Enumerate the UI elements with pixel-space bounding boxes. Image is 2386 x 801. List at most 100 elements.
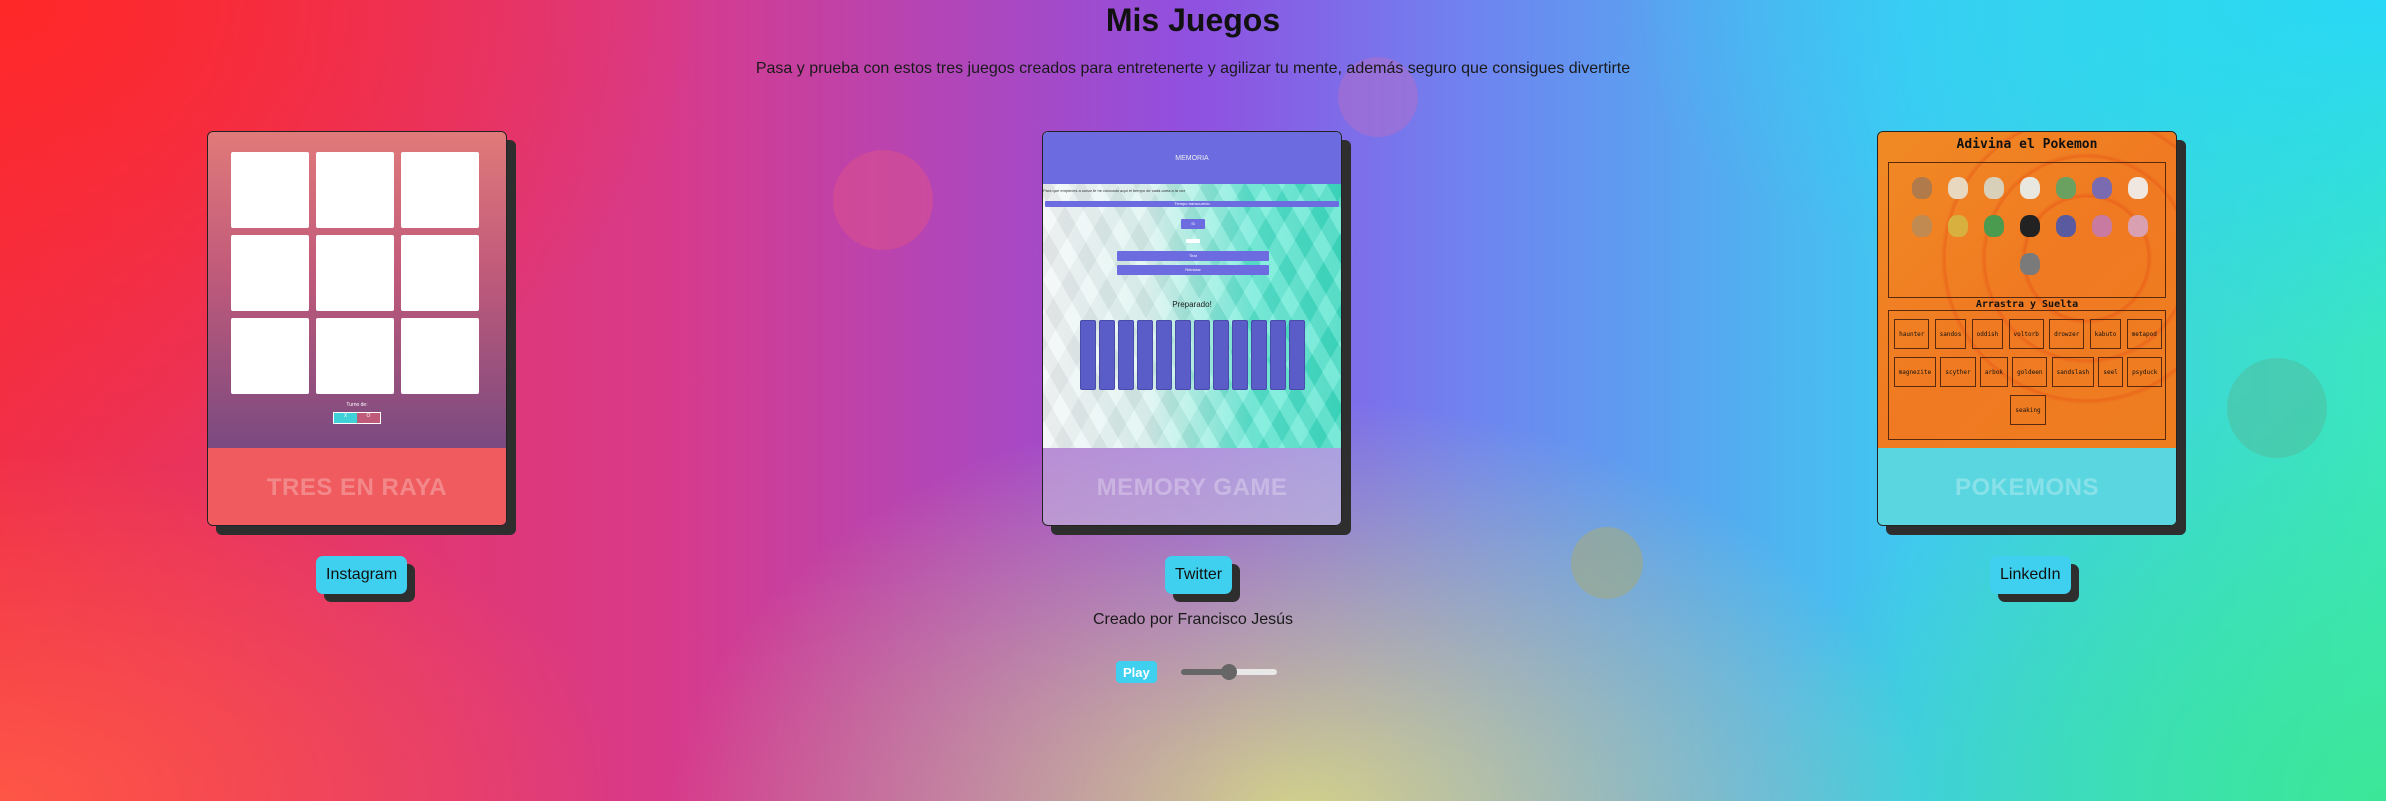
pokemon-sprite-image — [2128, 177, 2148, 199]
score-box: X O — [333, 412, 381, 424]
pokemon-dropzone-box: haunter sandos oddish voltorb drowzer ka… — [1888, 310, 2166, 440]
pokemon-sprite-image — [1948, 177, 1968, 199]
board-cell — [231, 235, 309, 311]
pokemon-name-slot: kabuto — [2089, 319, 2122, 349]
game-card-label: POKEMONS — [1878, 448, 2176, 525]
pokemon-name-slot: seaking — [2010, 395, 2046, 425]
pokemon-name-slot: magnezite — [1893, 357, 1937, 387]
play-button[interactable]: Play — [1116, 661, 1157, 683]
pokemon-sprite[interactable] — [1945, 171, 1971, 205]
pokemon-sprite-image — [2092, 215, 2112, 237]
board-cell — [316, 152, 394, 228]
turn-label: Turno de: — [346, 402, 368, 408]
memory-card-row — [1080, 320, 1305, 390]
memory-card — [1099, 320, 1115, 390]
pokemon-name-slot: sandslash — [2051, 357, 2095, 387]
memory-card — [1175, 320, 1191, 390]
pokemon-sprite-image — [1912, 177, 1932, 199]
pokemon-sprite[interactable] — [2017, 209, 2043, 243]
pokemon-sprite[interactable] — [1945, 209, 1971, 243]
audio-player: Play — [1116, 660, 1277, 684]
memory-card — [1251, 320, 1267, 390]
memory-card — [1270, 320, 1286, 390]
pokemon-sprite[interactable] — [1909, 171, 1935, 205]
pokemon-sprite[interactable] — [1909, 209, 1935, 243]
pokemon-sprite-image — [1984, 215, 2004, 237]
pokemon-sprite-image — [2092, 177, 2112, 199]
pokemon-name-slot: metapod — [2126, 319, 2162, 349]
game-preview-memory-game: MEMORIA Para que empieces a sonar te he … — [1043, 132, 1341, 448]
pokemon-sprite[interactable] — [1981, 209, 2007, 243]
pokemon-sprite[interactable] — [2017, 247, 2043, 281]
memory-card — [1118, 320, 1134, 390]
memory-card — [1156, 320, 1172, 390]
pokemon-name-slot: sandos — [1934, 319, 1967, 349]
author-credit: Creado por Francisco Jesús — [1092, 611, 1294, 628]
score-x: X — [334, 413, 357, 423]
pokemon-sprite[interactable] — [2089, 171, 2115, 205]
pokemon-sprite-image — [1912, 215, 1932, 237]
pokemon-sprite-image — [2020, 177, 2040, 199]
board-cell — [401, 235, 479, 311]
pokemon-name-slot: seel — [2098, 357, 2123, 387]
pokemon-name-slot: scyther — [1940, 357, 1976, 387]
pokemon-sprite[interactable] — [2053, 209, 2079, 243]
memory-ready-text: Preparado! — [1172, 300, 1212, 309]
pokemon-sprite-box — [1888, 162, 2166, 298]
pokemon-sprite[interactable] — [1981, 171, 2007, 205]
pokemon-sprite-list — [1899, 171, 2161, 281]
board-cell — [316, 318, 394, 394]
memory-timer-bar: Tiempo transcurrido — [1045, 201, 1339, 207]
instagram-button[interactable]: Instagram — [316, 556, 408, 594]
memory-button-reiniciar: Reiniciar — [1117, 265, 1269, 275]
linkedin-button[interactable]: LinkedIn — [1990, 556, 2071, 594]
pokemon-sprite[interactable] — [2053, 171, 2079, 205]
memory-button-tirar: Tirar — [1117, 251, 1269, 261]
memory-toggle — [1186, 239, 1200, 243]
pokemon-drag-title: Arrastra y Suelta — [1975, 299, 2079, 310]
page-subtitle: Pasa y prueba con estos tres juegos crea… — [755, 60, 1631, 77]
pokemon-name-slot: arbok — [1979, 357, 2008, 387]
game-card-pokemons[interactable]: Adivina el Pokemon Arrastra y Suelta hau… — [1877, 131, 2177, 526]
game-preview-pokemons: Adivina el Pokemon Arrastra y Suelta hau… — [1878, 132, 2176, 448]
pokemon-sprite-image — [2056, 177, 2076, 199]
pokemon-name-slot: haunter — [1894, 319, 1930, 349]
background-bubble — [2227, 358, 2327, 458]
memory-card — [1080, 320, 1096, 390]
game-card-label: MEMORY GAME — [1043, 448, 1341, 525]
tic-tac-toe-board — [231, 152, 479, 394]
memory-card — [1213, 320, 1229, 390]
memory-card — [1232, 320, 1248, 390]
memory-instructions: Para que empieces a sonar te he colocado… — [1043, 188, 1186, 193]
board-cell — [401, 152, 479, 228]
pokemon-sprite[interactable] — [2125, 171, 2151, 205]
pokemon-name-slots: haunter sandos oddish voltorb drowzer ka… — [1893, 319, 2163, 425]
pokemon-sprite-image — [2020, 253, 2040, 275]
game-preview-tres-en-raya: Turno de: X O — [208, 132, 506, 448]
pokemon-sprite[interactable] — [2125, 209, 2151, 243]
pokemon-name-slot: drowzer — [2049, 319, 2085, 349]
board-cell — [231, 152, 309, 228]
board-cell — [231, 318, 309, 394]
twitter-button[interactable]: Twitter — [1165, 556, 1233, 594]
memory-card — [1289, 320, 1305, 390]
memory-card — [1137, 320, 1153, 390]
pokemon-sprite-image — [2020, 215, 2040, 237]
page-title: Mis Juegos — [1105, 2, 1281, 38]
game-card-memory-game[interactable]: MEMORIA Para que empieces a sonar te he … — [1042, 131, 1342, 526]
game-card-label: TRES EN RAYA — [208, 448, 506, 525]
pokemon-sprite[interactable] — [2089, 209, 2115, 243]
pokemon-name-slot: goldeen — [2012, 357, 2048, 387]
pokemon-name-slot: psyduck — [2127, 357, 2163, 387]
board-cell — [316, 235, 394, 311]
pokemon-sprite-image — [2056, 215, 2076, 237]
memory-card — [1194, 320, 1210, 390]
volume-slider[interactable] — [1180, 664, 1277, 680]
board-cell — [401, 318, 479, 394]
pokemon-sprite[interactable] — [2017, 171, 2043, 205]
pokemon-sprite-image — [2128, 215, 2148, 237]
pokemon-sprite-image — [1984, 177, 2004, 199]
volume-slider-thumb[interactable] — [1220, 664, 1237, 680]
score-o: O — [357, 413, 380, 423]
game-card-tres-en-raya[interactable]: Turno de: X O TRES EN RAYA — [207, 131, 507, 526]
